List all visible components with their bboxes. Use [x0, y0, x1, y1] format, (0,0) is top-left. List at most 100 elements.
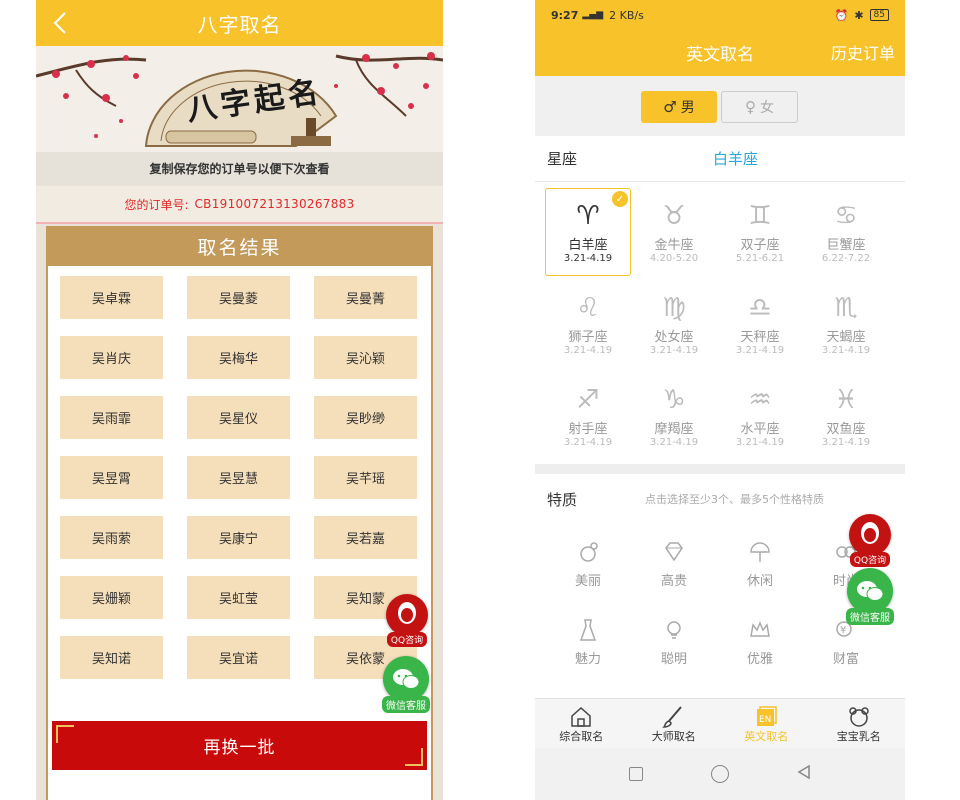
gender-female-label: 女: [760, 100, 774, 116]
corner-ornament: [56, 725, 74, 743]
gender-selector: ♂ 男 ♀ 女: [535, 76, 905, 136]
dress-icon: [574, 616, 602, 644]
status-time: 9:27: [551, 8, 579, 22]
wechat-service-button[interactable]: 微信客服: [844, 568, 896, 626]
top-bar: 八字取名: [36, 0, 443, 46]
name-result-item[interactable]: 吴芊瑶: [314, 456, 417, 499]
tab-item[interactable]: 大师取名: [628, 699, 721, 748]
svg-text:EN: EN: [759, 715, 771, 725]
signal-icon: ▂▄▆: [582, 10, 604, 20]
tab-item[interactable]: 综合取名: [535, 699, 628, 748]
trait-option[interactable]: 休闲: [717, 530, 803, 596]
name-result-item[interactable]: 吴肖庆: [60, 336, 163, 379]
trait-hint: 点击选择至少3个、最多5个性格特质: [645, 493, 824, 506]
name-result-item[interactable]: 吴雨霏: [60, 396, 163, 439]
name-result-item[interactable]: 吴眇缈: [314, 396, 417, 439]
zodiac-dates: 3.21-4.19: [563, 437, 613, 448]
history-orders-link[interactable]: 历史订单: [831, 40, 895, 64]
zodiac-symbol-icon: ♍: [662, 293, 686, 323]
recent-apps-button[interactable]: [629, 767, 643, 781]
order-number[interactable]: CB191007213130267883: [195, 197, 355, 211]
crown-icon: [746, 616, 774, 644]
zodiac-symbol-icon: ♓: [834, 385, 858, 415]
trait-name: 美丽: [574, 573, 601, 589]
name-result-item[interactable]: 吴雨萦: [60, 516, 163, 559]
tab-item[interactable]: 宝宝乳名: [813, 699, 906, 748]
zodiac-symbol-icon: ♉: [662, 201, 686, 231]
zodiac-name: 天秤座: [740, 330, 780, 345]
zodiac-dates: 3.21-4.19: [563, 253, 613, 264]
zodiac-option[interactable]: ♐ 射手座 3.21-4.19: [545, 372, 631, 460]
page-title: 八字取名: [197, 12, 282, 37]
back-nav-button[interactable]: [797, 764, 811, 784]
name-result-item[interactable]: 吴若嘉: [314, 516, 417, 559]
status-bar: 9:27 ▂▄▆ 2 KB/s ⏰ ✱ 85: [535, 0, 905, 30]
zodiac-row: 星座 白羊座: [535, 136, 905, 182]
svg-text:¥: ¥: [840, 625, 846, 636]
trait-option[interactable]: 高贵: [631, 530, 717, 596]
wechat-service-button[interactable]: 微信客服: [380, 656, 432, 714]
zodiac-option[interactable]: ♋ 巨蟹座 6.22-7.22: [803, 188, 889, 276]
zodiac-dates: 3.21-4.19: [821, 345, 871, 356]
name-result-item[interactable]: 吴卓霖: [60, 276, 163, 319]
zodiac-option[interactable]: ♊ 双子座 5.21-6.21: [717, 188, 803, 276]
name-result-item[interactable]: 吴康宁: [187, 516, 290, 559]
name-result-item[interactable]: 吴曼菁: [314, 276, 417, 319]
order-row: 您的订单号: CB191007213130267883: [36, 186, 443, 224]
beauty-icon: [574, 538, 602, 566]
name-result-item[interactable]: 吴知诺: [60, 636, 163, 679]
name-result-item[interactable]: 吴曼菱: [187, 276, 290, 319]
zodiac-name: 金牛座: [654, 238, 694, 253]
trait-name: 优雅: [746, 651, 773, 667]
gender-female-button[interactable]: ♀ 女: [721, 91, 798, 123]
qq-consult-button[interactable]: QQ咨询: [847, 514, 893, 572]
tab-item[interactable]: EN 英文取名: [720, 699, 813, 748]
system-nav-bar: [535, 748, 905, 800]
qq-icon: [386, 594, 428, 636]
zodiac-dates: 6.22-7.22: [821, 253, 871, 264]
zodiac-dates: 3.21-4.19: [735, 345, 785, 356]
zodiac-name: 水平座: [740, 422, 780, 437]
trait-option[interactable]: 优雅: [717, 608, 803, 674]
name-result-item[interactable]: 吴星仪: [187, 396, 290, 439]
name-result-item[interactable]: 吴昱慧: [187, 456, 290, 499]
zodiac-name: 双鱼座: [826, 422, 866, 437]
bear-icon: [846, 704, 872, 728]
zodiac-name: 白羊座: [568, 238, 608, 253]
zodiac-label: 星座: [547, 150, 578, 168]
zodiac-option[interactable]: ♓ 双鱼座 3.21-4.19: [803, 372, 889, 460]
qq-consult-button[interactable]: QQ咨询: [384, 594, 430, 652]
beach-umbrella-icon: [746, 538, 774, 566]
zodiac-option[interactable]: ♑ 摩羯座 3.21-4.19: [631, 372, 717, 460]
zodiac-option[interactable]: ♉ 金牛座 4.20-5.20: [631, 188, 717, 276]
name-result-item[interactable]: 吴姗颖: [60, 576, 163, 619]
home-icon: [568, 704, 594, 728]
zodiac-symbol-icon: ♌: [576, 293, 600, 323]
zodiac-option[interactable]: ♎ 天秤座 3.21-4.19: [717, 280, 803, 368]
zodiac-option[interactable]: ♒ 水平座 3.21-4.19: [717, 372, 803, 460]
trait-name: 魅力: [574, 651, 601, 667]
tab-label: 综合取名: [559, 729, 604, 743]
zodiac-symbol-icon: ♑: [662, 385, 686, 415]
home-button[interactable]: [711, 765, 729, 783]
bottom-tab-bar: 综合取名 大师取名 EN 英文取名 宝宝乳名: [535, 698, 905, 748]
zodiac-value: 白羊座: [713, 150, 759, 168]
refresh-button[interactable]: 再换一批: [52, 721, 427, 770]
zodiac-option[interactable]: ♏ 天蝎座 3.21-4.19: [803, 280, 889, 368]
trait-option[interactable]: 聪明: [631, 608, 717, 674]
name-result-item[interactable]: 吴虹莹: [187, 576, 290, 619]
gender-male-button[interactable]: ♂ 男: [641, 91, 717, 123]
zodiac-option[interactable]: ♌ 狮子座 3.21-4.19: [545, 280, 631, 368]
name-result-item[interactable]: 吴梅华: [187, 336, 290, 379]
zodiac-option[interactable]: ♈ 白羊座 3.21-4.19 ✓: [545, 188, 631, 276]
name-result-item[interactable]: 吴昱霄: [60, 456, 163, 499]
back-button[interactable]: [48, 8, 72, 38]
trait-option[interactable]: 美丽: [545, 530, 631, 596]
name-result-item[interactable]: 吴沁颖: [314, 336, 417, 379]
trait-option[interactable]: 魅力: [545, 608, 631, 674]
name-result-item[interactable]: 吴宜诺: [187, 636, 290, 679]
trait-name: 聪明: [660, 651, 687, 667]
section-divider: [535, 464, 905, 474]
zodiac-option[interactable]: ♍ 处女座 3.21-4.19: [631, 280, 717, 368]
male-icon: ♂: [663, 98, 677, 116]
